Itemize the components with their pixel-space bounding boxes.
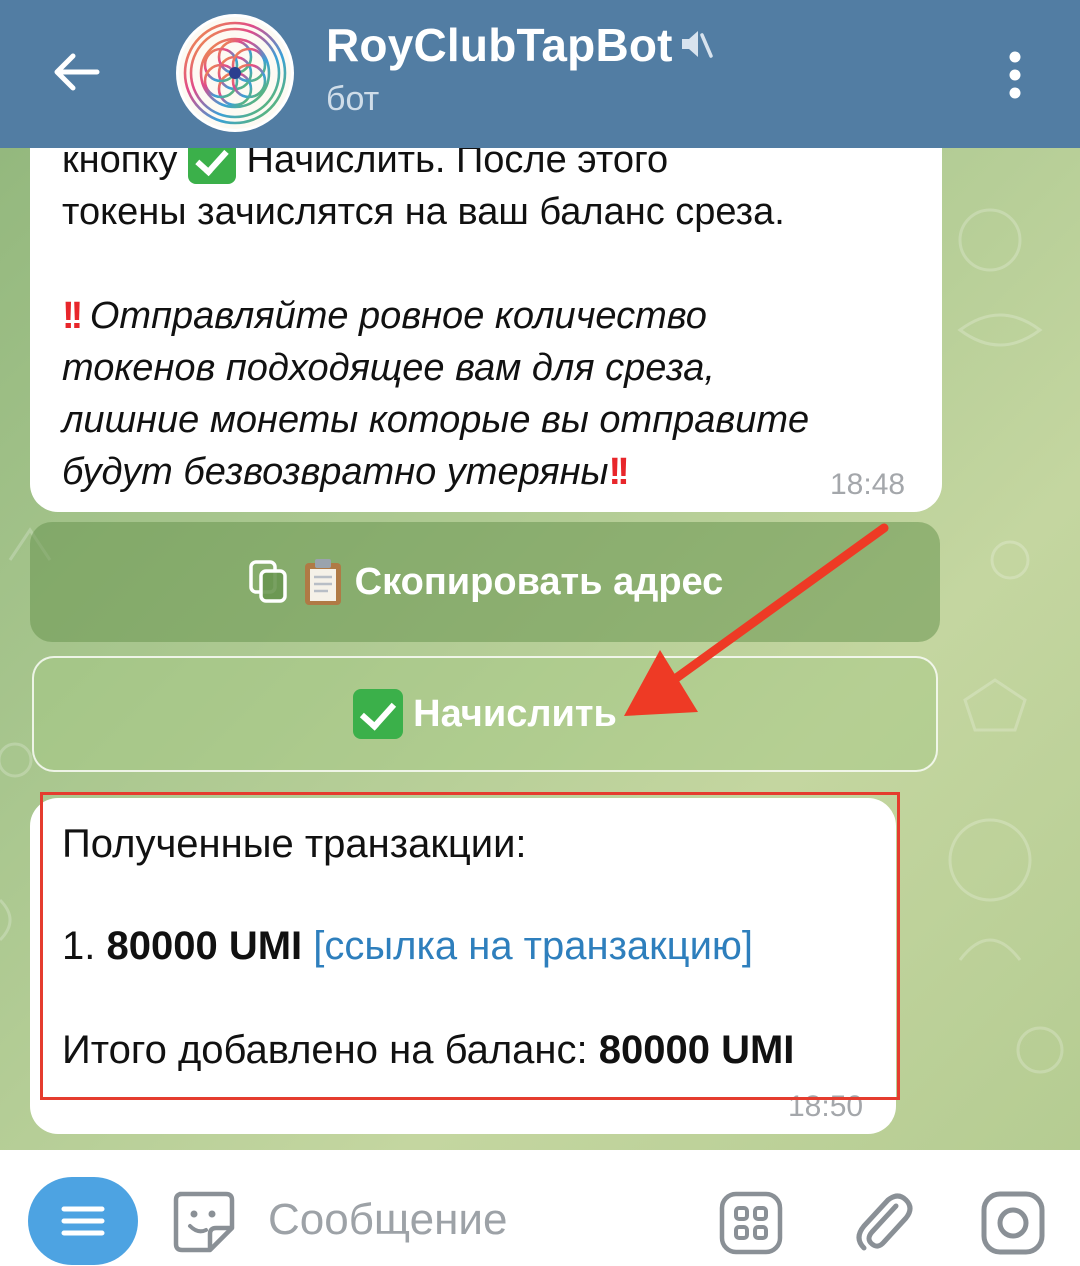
message-warning-line: лишние монеты которые вы отправите	[62, 399, 810, 441]
charge-button[interactable]: Начислить	[32, 656, 938, 772]
chat-title[interactable]: RoyClubTapBot	[326, 18, 673, 72]
bot-avatar[interactable]	[176, 14, 294, 132]
message-line: токены зачислятся на ваш баланс среза.	[62, 191, 785, 233]
check-mark-emoji-icon	[353, 689, 404, 739]
flower-of-life-logo	[179, 17, 291, 129]
message-warning-line: будут безвозвратно утеряны!!	[62, 451, 630, 493]
apps-grid-icon[interactable]	[718, 1190, 784, 1256]
sticker-icon[interactable]	[170, 1188, 236, 1254]
speaker-muted-icon	[682, 31, 713, 58]
message-warning-line: токенов подходящее вам для среза,	[62, 347, 715, 389]
more-menu-button[interactable]	[990, 40, 1040, 110]
charge-label: Начислить	[413, 692, 617, 735]
bot-menu-button[interactable]	[28, 1177, 138, 1265]
message-input-bar	[0, 1150, 1080, 1266]
clipboard-emoji-icon	[304, 559, 341, 605]
arrow-left-icon	[54, 53, 100, 91]
chat-subtitle: бот	[326, 80, 380, 118]
message-bubble-instructions: кнопку Начислить. После этого токены зач…	[30, 100, 942, 512]
more-vertical-icon	[1009, 51, 1021, 99]
message-time: 18:48	[830, 468, 906, 501]
paperclip-icon[interactable]	[850, 1186, 916, 1256]
menu-lines-icon	[61, 1206, 105, 1236]
copy-icon	[248, 560, 287, 603]
double-exclamation-icon: !!	[608, 451, 629, 493]
chat-header: RoyClubTapBot бот	[0, 0, 1080, 148]
message-input[interactable]	[268, 1190, 688, 1250]
copy-address-button[interactable]: Скопировать адрес	[30, 522, 940, 642]
camera-icon[interactable]	[980, 1190, 1046, 1256]
back-button[interactable]	[40, 36, 112, 108]
highlight-frame	[40, 792, 900, 1100]
double-exclamation-icon: !!	[62, 295, 83, 337]
copy-address-label: Скопировать адрес	[354, 560, 724, 603]
message-warning-line: !! Отправляйте ровное количество	[62, 295, 707, 337]
